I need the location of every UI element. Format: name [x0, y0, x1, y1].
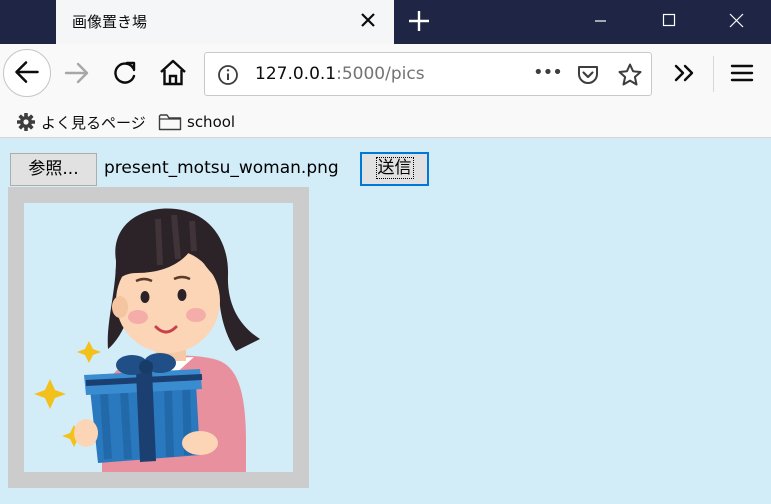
submit-button[interactable]: 送信 — [360, 152, 429, 186]
submit-button-label: 送信 — [375, 157, 414, 179]
new-tab-icon[interactable] — [406, 8, 432, 34]
woman-with-present-illustration — [34, 208, 260, 472]
overflow-chevrons-icon[interactable] — [670, 58, 700, 88]
active-tab[interactable]: 画像置き場 — [56, 0, 394, 44]
url-path: :5000/pics — [336, 64, 425, 84]
home-icon[interactable] — [156, 56, 190, 90]
bookmark-label: よく見るページ — [41, 113, 146, 132]
selected-file-name: present_motsu_woman.png — [104, 158, 339, 178]
gear-icon — [17, 113, 35, 131]
forward-arrow-icon[interactable] — [60, 56, 94, 90]
minimize-icon[interactable] — [577, 0, 623, 44]
back-arrow-icon — [15, 61, 39, 83]
reload-icon[interactable] — [108, 56, 142, 90]
navigation-toolbar: 127.0.0.1:5000/pics ••• — [0, 44, 771, 106]
bookmark-most-visited[interactable]: よく見るページ — [16, 109, 146, 135]
close-window-icon[interactable] — [713, 0, 759, 44]
page-content: 参照... present_motsu_woman.png 送信 — [0, 139, 771, 504]
site-info-icon[interactable] — [217, 64, 239, 86]
close-tab-icon[interactable] — [356, 8, 380, 32]
page-actions-icon[interactable]: ••• — [533, 61, 563, 87]
tab-title: 画像置き場 — [72, 13, 148, 31]
address-bar[interactable]: 127.0.0.1:5000/pics ••• — [204, 52, 652, 96]
hamburger-menu-icon[interactable] — [728, 58, 756, 88]
image-frame — [8, 187, 309, 488]
url-text[interactable]: 127.0.0.1:5000/pics — [255, 64, 425, 84]
bookmarks-toolbar: よく見るページ school — [0, 106, 771, 138]
url-host: 127.0.0.1 — [255, 64, 337, 84]
bookmark-star-icon[interactable] — [617, 62, 643, 88]
toolbar-divider — [713, 56, 714, 92]
bookmark-label: school — [187, 113, 236, 131]
back-button[interactable] — [3, 49, 51, 97]
pocket-icon[interactable] — [576, 63, 600, 87]
folder-icon — [158, 114, 182, 131]
bookmark-folder-school[interactable]: school — [158, 109, 235, 135]
uploaded-image — [24, 203, 293, 472]
browse-button[interactable]: 参照... — [10, 153, 97, 186]
maximize-icon[interactable] — [646, 0, 692, 44]
tab-bar: 画像置き場 — [0, 0, 771, 44]
